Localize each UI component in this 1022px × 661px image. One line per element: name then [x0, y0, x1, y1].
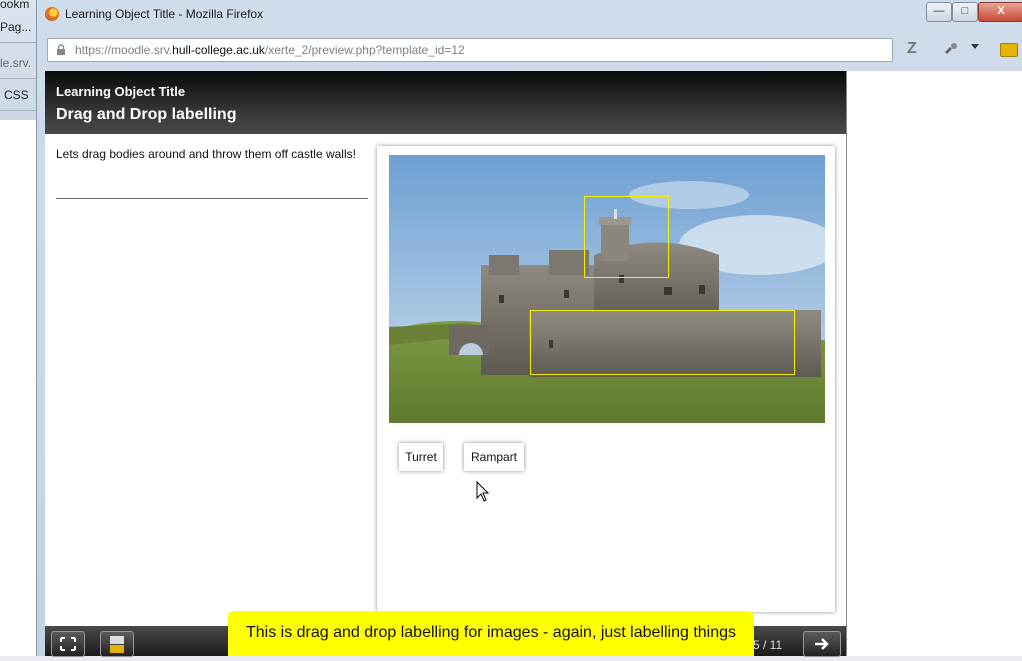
arrow-right-icon	[815, 638, 829, 650]
background-tab-fragment[interactable]: Pag...	[0, 20, 31, 34]
learning-object-title: Learning Object Title	[56, 84, 186, 99]
url-bar[interactable]: https://moodle.srv.hull-college.ac.uk/xe…	[47, 38, 893, 62]
chevron-down-icon[interactable]	[971, 44, 979, 49]
window-titlebar[interactable]: Learning Object Title - Mozilla Firefox …	[37, 0, 1022, 30]
instructions-text: Lets drag bodies around and throw them o…	[56, 147, 356, 161]
window-title: Learning Object Title - Mozilla Firefox	[65, 7, 264, 21]
firefox-logo-icon	[45, 7, 59, 21]
next-page-button[interactable]	[803, 631, 841, 657]
castle-image	[389, 155, 825, 423]
background-css-menu[interactable]: CSS	[4, 88, 29, 102]
page-counter: 5 / 11	[753, 638, 783, 652]
lock-icon	[57, 44, 65, 55]
fullscreen-button[interactable]	[51, 631, 85, 657]
draggable-label-turret[interactable]: Turret	[399, 443, 443, 471]
turret-drop-zone[interactable]	[584, 196, 669, 278]
maximize-button[interactable]: □	[952, 2, 978, 22]
lo-header: Learning Object Title Drag and Drop labe…	[45, 71, 846, 134]
url-text: https://moodle.srv.hull-college.ac.uk/xe…	[75, 43, 465, 57]
url-path: /xerte_2/preview.php?template_id=12	[264, 43, 465, 57]
fullscreen-icon	[60, 637, 76, 651]
rampart-drop-zone[interactable]	[530, 310, 795, 375]
firefox-popup-window: Learning Object Title - Mozilla Firefox …	[36, 0, 1022, 657]
video-caption: This is drag and drop labelling for imag…	[228, 611, 754, 656]
glossary-icon	[110, 636, 124, 653]
glossary-button[interactable]	[100, 631, 134, 657]
url-prefix: https://moodle.srv.	[75, 43, 173, 57]
addon-tool-icon[interactable]	[943, 42, 959, 56]
page-title: Drag and Drop labelling	[56, 106, 237, 123]
ruler-addon-icon[interactable]	[1000, 43, 1018, 57]
minimize-button[interactable]: —	[926, 2, 952, 22]
url-domain: hull-college.ac.uk	[172, 43, 265, 57]
background-bookmarks-fragment: ookm	[0, 0, 30, 11]
mouse-cursor-icon	[476, 481, 490, 502]
close-window-button[interactable]: X	[978, 2, 1022, 22]
navigation-bar: https://moodle.srv.hull-college.ac.uk/xe…	[37, 34, 1022, 66]
zotero-icon[interactable]: Z	[907, 40, 917, 58]
page-viewport: Learning Object Title Drag and Drop labe…	[45, 71, 1022, 657]
instructions-divider	[56, 198, 368, 199]
drag-drop-panel: Turret Rampart	[377, 146, 835, 612]
learning-object: Learning Object Title Drag and Drop labe…	[45, 71, 847, 657]
draggable-label-rampart[interactable]: Rampart	[464, 443, 524, 471]
background-url-fragment[interactable]: le.srv.	[0, 56, 31, 70]
